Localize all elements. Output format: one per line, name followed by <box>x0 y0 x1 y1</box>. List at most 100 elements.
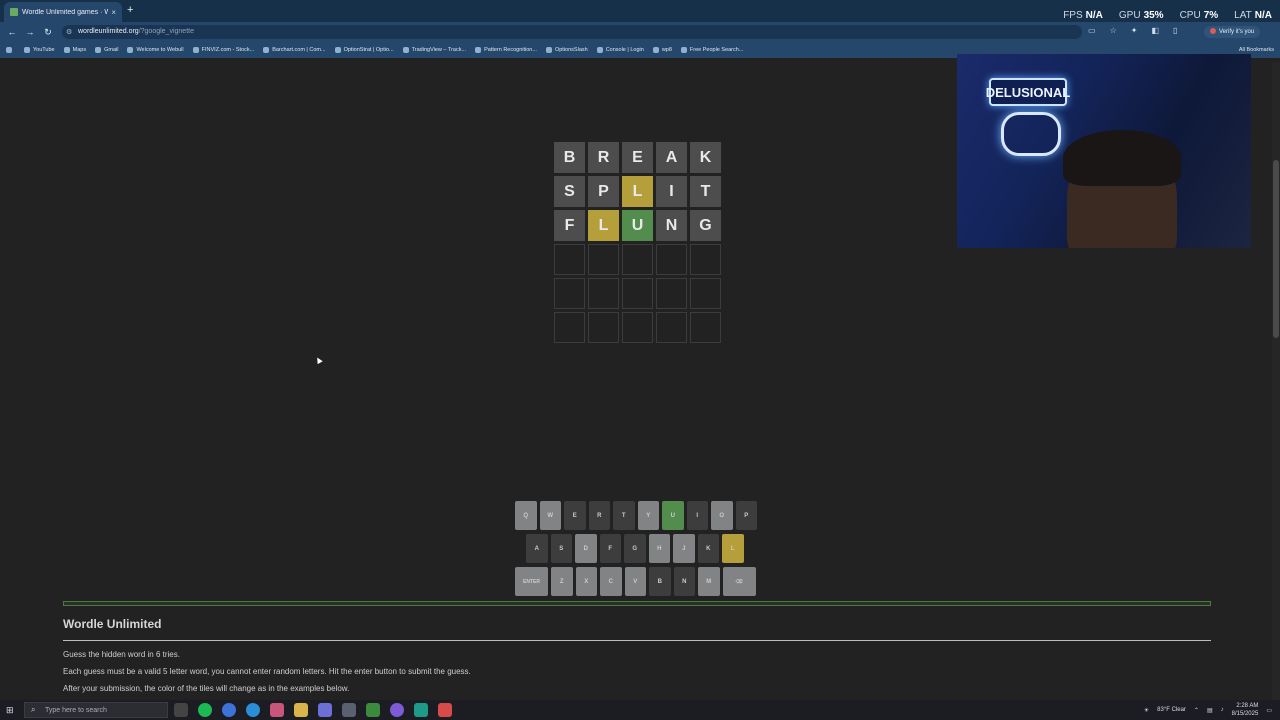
mail-icon[interactable] <box>318 703 332 717</box>
key-backspace[interactable]: ⌫ <box>722 567 756 596</box>
chrome-icon[interactable] <box>222 703 236 717</box>
weather-icon[interactable]: ☀ <box>1144 707 1149 714</box>
bookmark-item[interactable]: FINVIZ.com - Stock... <box>192 47 254 53</box>
search-placeholder: Type here to search <box>45 707 107 714</box>
windows-start-icon[interactable]: ⊞ <box>6 705 20 716</box>
browser-active-icon[interactable] <box>270 703 284 717</box>
key-d[interactable]: D <box>575 534 597 563</box>
key-q[interactable]: Q <box>515 501 537 530</box>
extensions-puzzle-icon[interactable]: ◧ <box>1151 26 1159 35</box>
side-panel-icon[interactable]: ▯ <box>1173 26 1177 35</box>
board-tile-empty <box>656 278 687 309</box>
edge-icon[interactable] <box>246 703 260 717</box>
bookmark-item[interactable]: Pattern Recognition... <box>475 47 537 53</box>
page-scrollbar[interactable] <box>1272 62 1280 700</box>
bookmark-item[interactable]: Barchart.com | Com... <box>263 47 326 53</box>
tab-close-icon[interactable]: × <box>111 8 116 17</box>
address-bar-actions: ▭ ☆ ✦ ◧ ▯ <box>1088 26 1177 35</box>
bookmark-item[interactable]: Console | Login <box>596 47 644 53</box>
key-u[interactable]: U <box>662 501 684 530</box>
key-w[interactable]: W <box>539 501 561 530</box>
taskbar-search[interactable]: ⌕ Type here to search <box>24 702 168 718</box>
weather-text[interactable]: 83°F Clear <box>1157 707 1186 713</box>
reload-icon[interactable]: ↻ <box>42 27 54 38</box>
key-c[interactable]: C <box>600 567 622 596</box>
board-tile-empty <box>690 244 721 275</box>
keyboard-row: ENTER Z X C V B N M ⌫ <box>515 567 757 596</box>
cast-icon[interactable]: ▭ <box>1088 26 1096 35</box>
key-e[interactable]: E <box>564 501 586 530</box>
xbox-icon[interactable] <box>366 703 380 717</box>
notification-icon[interactable]: ▭ <box>1266 707 1272 714</box>
clock[interactable]: 2:28 AM 8/15/2025 <box>1232 702 1259 718</box>
key-h[interactable]: H <box>648 534 670 563</box>
bookmark-item[interactable]: Maps <box>63 47 86 53</box>
bookmark-item[interactable]: wp8 <box>652 47 672 53</box>
file-explorer-icon[interactable] <box>294 703 308 717</box>
new-tab-button[interactable]: + <box>127 4 133 16</box>
key-k[interactable]: K <box>697 534 719 563</box>
key-l[interactable]: L <box>722 534 744 563</box>
key-z[interactable]: Z <box>551 567 573 596</box>
key-x[interactable]: X <box>575 567 597 596</box>
app-icon[interactable] <box>414 703 428 717</box>
lat-stat: LAT N/A <box>1234 10 1272 21</box>
key-f[interactable]: F <box>599 534 621 563</box>
board-tile: L <box>588 210 619 241</box>
taskbar-apps <box>174 703 452 717</box>
key-v[interactable]: V <box>624 567 646 596</box>
key-a[interactable]: A <box>526 534 548 563</box>
board-tile-empty <box>690 312 721 343</box>
volume-icon[interactable]: ♪ <box>1221 707 1224 713</box>
url-field[interactable]: ⚙ wordleunlimited.org/?google_vignette <box>62 25 1082 39</box>
back-arrow-icon[interactable]: ← <box>6 27 18 37</box>
apps-icon[interactable] <box>6 47 15 53</box>
board-tile: B <box>554 142 585 173</box>
game-board: BREAKSPLITFLUNG <box>554 142 721 343</box>
key-y[interactable]: Y <box>637 501 659 530</box>
key-o[interactable]: O <box>711 501 733 530</box>
key-r[interactable]: R <box>588 501 610 530</box>
spotify-icon[interactable] <box>198 703 212 717</box>
search-icon: ⌕ <box>31 705 36 714</box>
key-i[interactable]: I <box>686 501 708 530</box>
performance-overlay: FPS N/A GPU 35% CPU 7% LAT N/A <box>1063 10 1272 21</box>
board-tile: G <box>690 210 721 241</box>
tray-chevron-icon[interactable]: ⌃ <box>1194 707 1199 714</box>
bookmark-item[interactable]: Welcome to Webull <box>127 47 184 53</box>
scroll-thumb[interactable] <box>1273 160 1279 338</box>
bookmark-item[interactable]: Free People Search... <box>680 47 743 53</box>
board-tile: F <box>554 210 585 241</box>
windows-taskbar: ⊞ ⌕ Type here to search ☀ 83°F Clear ⌃ ▤… <box>0 700 1280 720</box>
network-icon[interactable]: ▤ <box>1207 707 1213 714</box>
tradingview-icon[interactable] <box>438 703 452 717</box>
board-tile: A <box>656 142 687 173</box>
info-line-3: After your submission, the color of the … <box>63 684 350 693</box>
browser-tab[interactable]: Wordle Unlimited games · Wo × <box>4 2 122 22</box>
discord-icon[interactable] <box>390 703 404 717</box>
key-enter[interactable]: ENTER <box>515 567 548 596</box>
bookmark-item[interactable]: OptionsSlash <box>545 47 588 53</box>
bookmark-item[interactable]: YouTube <box>24 47 55 53</box>
task-view-icon[interactable] <box>174 703 188 717</box>
extension-icon[interactable]: ✦ <box>1131 26 1138 35</box>
key-g[interactable]: G <box>624 534 646 563</box>
forward-arrow-icon[interactable]: → <box>24 27 36 37</box>
key-j[interactable]: J <box>673 534 695 563</box>
bookmark-star-icon[interactable]: ☆ <box>1110 26 1117 35</box>
key-p[interactable]: P <box>735 501 757 530</box>
board-tile-empty <box>554 312 585 343</box>
calculator-icon[interactable] <box>342 703 356 717</box>
key-m[interactable]: M <box>698 567 720 596</box>
key-n[interactable]: N <box>673 567 695 596</box>
bookmark-item[interactable]: Gmail <box>95 47 118 53</box>
key-t[interactable]: T <box>613 501 635 530</box>
site-info-icon[interactable]: ⚙ <box>66 28 72 36</box>
bookmark-item[interactable]: TradingView – Track... <box>402 47 466 53</box>
bookmark-item[interactable]: OptionStrat | Optio... <box>334 47 394 53</box>
board-tile: N <box>656 210 687 241</box>
verify-button[interactable]: Verify it's you <box>1204 26 1261 38</box>
key-s[interactable]: S <box>550 534 572 563</box>
all-bookmarks-button[interactable]: All Bookmarks <box>1239 47 1274 53</box>
key-b[interactable]: B <box>649 567 671 596</box>
